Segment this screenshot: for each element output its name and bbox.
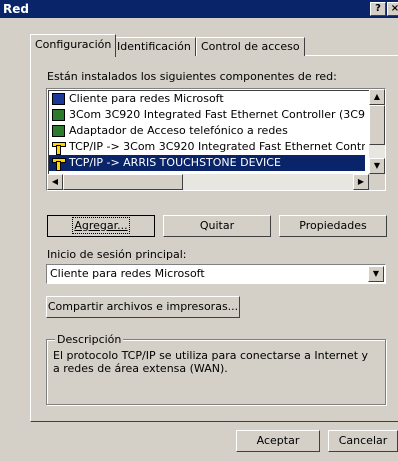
horizontal-scroll-thumb[interactable] bbox=[63, 174, 183, 190]
list-item-label: TCP/IP -> 3Com 3C920 Integrated Fast Eth… bbox=[69, 140, 365, 153]
scroll-right-icon[interactable]: ▶ bbox=[353, 174, 369, 190]
tab-identificacion[interactable]: Identificación bbox=[112, 37, 196, 56]
protocol-icon bbox=[52, 141, 66, 155]
description-group: Descripción El protocolo TCP/IP se utili… bbox=[46, 333, 386, 405]
help-button[interactable]: ? bbox=[370, 2, 386, 16]
vertical-scroll-thumb[interactable] bbox=[369, 105, 385, 145]
list-item-selected[interactable]: TCP/IP -> ARRIS TOUCHSTONE DEVICE bbox=[49, 155, 365, 171]
scroll-down-icon[interactable]: ▼ bbox=[369, 158, 385, 174]
chevron-down-icon[interactable]: ▼ bbox=[368, 266, 384, 282]
list-item[interactable]: TCP/IP -> 3Com 3C920 Integrated Fast Eth… bbox=[49, 139, 365, 155]
list-item-label: Cliente para redes Microsoft bbox=[69, 92, 224, 105]
logon-value: Cliente para redes Microsoft bbox=[50, 267, 205, 280]
list-item-label: TCP/IP -> ARRIS TOUCHSTONE DEVICE bbox=[69, 156, 281, 169]
list-item-label: 3Com 3C920 Integrated Fast Ethernet Cont… bbox=[69, 108, 365, 121]
window-title: Red bbox=[3, 2, 29, 16]
tab-control-de-acceso[interactable]: Control de acceso bbox=[196, 37, 305, 56]
description-title: Descripción bbox=[55, 333, 124, 346]
scroll-left-icon[interactable]: ◀ bbox=[47, 174, 63, 190]
list-item[interactable]: Cliente para redes Microsoft bbox=[49, 91, 365, 107]
tab-configuracion[interactable]: Configuración bbox=[30, 34, 117, 57]
properties-button[interactable]: Propiedades bbox=[279, 215, 387, 237]
network-card-icon bbox=[52, 109, 65, 121]
logon-label: Inicio de sesión principal: bbox=[47, 248, 187, 261]
cancel-button[interactable]: Cancelar bbox=[328, 430, 398, 452]
horizontal-scrollbar[interactable]: ◀ ▶ bbox=[47, 174, 369, 190]
vertical-scrollbar[interactable]: ▲ ▼ bbox=[369, 89, 385, 174]
ok-button[interactable]: Aceptar bbox=[236, 430, 320, 452]
list-item-label: Adaptador de Acceso telefónico a redes bbox=[69, 124, 288, 137]
title-bar[interactable]: Red ? × bbox=[0, 0, 398, 18]
scroll-up-icon[interactable]: ▲ bbox=[369, 89, 385, 105]
add-button[interactable]: Agregar... bbox=[47, 215, 155, 237]
list-item[interactable]: Adaptador de Acceso telefónico a redes bbox=[49, 123, 365, 139]
remove-button[interactable]: Quitar bbox=[163, 215, 271, 237]
list-item[interactable]: 3Com 3C920 Integrated Fast Ethernet Cont… bbox=[49, 107, 365, 123]
components-list[interactable]: Cliente para redes Microsoft 3Com 3C920 … bbox=[46, 88, 386, 191]
close-button[interactable]: × bbox=[387, 2, 398, 16]
network-client-icon bbox=[52, 93, 65, 105]
protocol-icon bbox=[52, 157, 66, 171]
logon-select[interactable]: Cliente para redes Microsoft ▼ bbox=[46, 264, 386, 284]
file-print-sharing-button[interactable]: Compartir archivos e impresoras... bbox=[46, 296, 240, 318]
components-label: Están instalados los siguientes componen… bbox=[47, 70, 337, 83]
scrollbar-corner bbox=[369, 174, 385, 190]
description-text: El protocolo TCP/IP se utiliza para cone… bbox=[53, 349, 369, 375]
network-card-icon bbox=[52, 125, 65, 137]
